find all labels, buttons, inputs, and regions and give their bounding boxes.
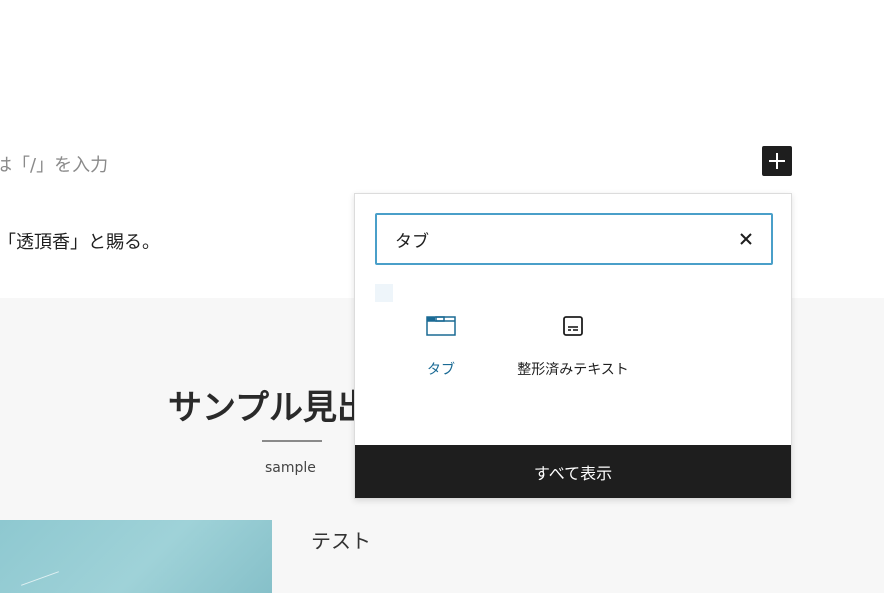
preformatted-icon — [563, 316, 583, 336]
plus-icon — [769, 153, 785, 169]
selection-indicator — [375, 284, 393, 302]
block-result-label: 整形済みテキスト — [517, 362, 629, 378]
image-detail — [21, 571, 59, 586]
section-heading[interactable]: サンプル見出 — [168, 380, 358, 429]
show-all-button[interactable]: すべて表示 — [355, 445, 791, 498]
block-result-tabs[interactable]: タブ — [415, 308, 467, 380]
paragraph-block[interactable]: 「透頂香」と賜る。 — [0, 228, 160, 254]
section-subheading[interactable]: sample — [265, 460, 316, 476]
media-text[interactable]: テスト — [311, 525, 371, 554]
close-icon — [740, 233, 752, 245]
block-inserter-popover: タブ 整形済みテキスト すべて表示 — [354, 193, 792, 499]
block-result-label: タブ — [427, 362, 455, 378]
block-result-preformatted[interactable]: 整形済みテキスト — [515, 308, 631, 380]
block-placeholder[interactable]: は「/」を入力 — [0, 151, 108, 177]
block-inserter-toggle[interactable] — [762, 146, 792, 176]
clear-search-button[interactable] — [735, 228, 757, 250]
tabs-icon — [426, 316, 456, 336]
block-search-box — [375, 213, 773, 265]
block-search-input[interactable] — [395, 225, 715, 253]
media-image[interactable] — [0, 520, 272, 593]
heading-divider — [262, 440, 322, 442]
